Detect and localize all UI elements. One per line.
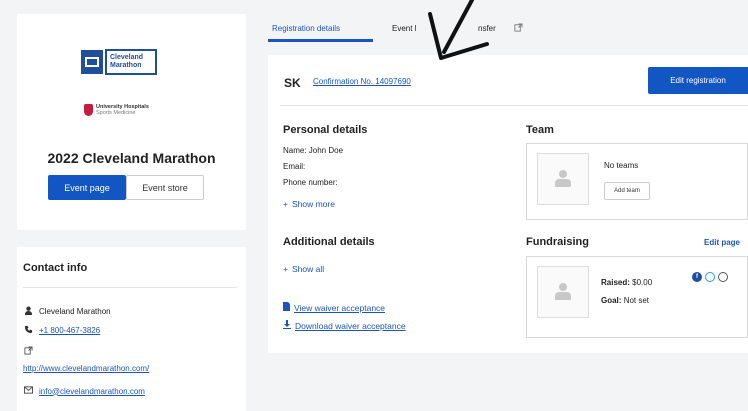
plus-icon: + — [283, 199, 288, 209]
phone-link[interactable]: +1 800-467-3826 — [39, 326, 100, 335]
show-all-link[interactable]: + Show all — [283, 264, 324, 274]
external-link-icon — [23, 346, 33, 357]
view-waiver-link[interactable]: View waiver acceptance — [283, 302, 385, 313]
no-teams-text: No teams — [604, 161, 639, 170]
external-link-icon — [514, 23, 523, 34]
phone-icon — [23, 325, 33, 336]
website-link[interactable]: http://www.clevelandmarathon.com/ — [23, 364, 149, 373]
event-store-button[interactable]: Event store — [126, 175, 204, 200]
email-field: Email: — [283, 162, 306, 171]
divider — [23, 287, 237, 288]
phone-field: Phone number: — [283, 178, 338, 187]
raised-amount: Raised: $0.00 — [601, 278, 653, 287]
mail-icon[interactable] — [718, 272, 728, 282]
contact-name-row: Cleveland Marathon — [23, 306, 111, 317]
sponsor-logo: University Hospitals Sports Medicine — [84, 100, 174, 120]
team-avatar — [537, 153, 589, 205]
name-field: Name: John Doe — [283, 146, 344, 155]
divider — [280, 105, 748, 106]
event-title: 2022 Cleveland Marathon — [47, 150, 216, 166]
tab-event-info[interactable]: Event l — [392, 24, 416, 33]
tab-transfer[interactable]: nsfer — [478, 24, 496, 33]
contact-email-row: info@clevelandmarathon.com — [23, 386, 145, 396]
tab-registration-details[interactable]: Registration details — [272, 24, 340, 33]
twitter-icon[interactable] — [705, 272, 715, 282]
website-icon-row — [23, 346, 33, 357]
cleveland-marathon-logo: Cleveland Marathon — [81, 47, 169, 77]
active-tab-indicator — [268, 39, 373, 42]
download-icon — [283, 320, 291, 331]
facebook-icon[interactable]: f — [692, 272, 702, 282]
person-icon — [23, 306, 33, 317]
edit-registration-button[interactable]: Edit registration — [648, 67, 748, 94]
show-more-link[interactable]: + Show more — [283, 199, 335, 209]
edit-page-link[interactable]: Edit page — [704, 238, 740, 247]
fundraising-avatar — [537, 266, 589, 318]
plus-icon: + — [283, 264, 288, 274]
email-link[interactable]: info@clevelandmarathon.com — [39, 387, 145, 396]
fundraising-title: Fundraising — [526, 236, 589, 248]
team-title: Team — [526, 124, 554, 136]
confirmation-number-link[interactable]: Confirmation No. 14097690 — [313, 77, 411, 86]
personal-details-title: Personal details — [283, 124, 368, 136]
event-page-button[interactable]: Event page — [48, 175, 126, 200]
contact-phone-row: +1 800-467-3826 — [23, 325, 100, 336]
goal-amount: Goal: Not set — [601, 296, 650, 305]
person-icon — [554, 170, 572, 188]
document-icon — [283, 302, 290, 313]
contact-website-row: http://www.clevelandmarathon.com/ — [23, 364, 149, 373]
participant-initials: SK — [284, 76, 301, 90]
additional-details-title: Additional details — [283, 236, 375, 248]
contact-title: Contact info — [23, 262, 88, 274]
download-waiver-link[interactable]: Download waiver acceptance — [283, 320, 406, 331]
mail-icon — [23, 386, 33, 396]
shield-icon — [84, 104, 93, 116]
add-team-button[interactable]: Add team — [604, 182, 650, 200]
person-icon — [554, 283, 572, 301]
